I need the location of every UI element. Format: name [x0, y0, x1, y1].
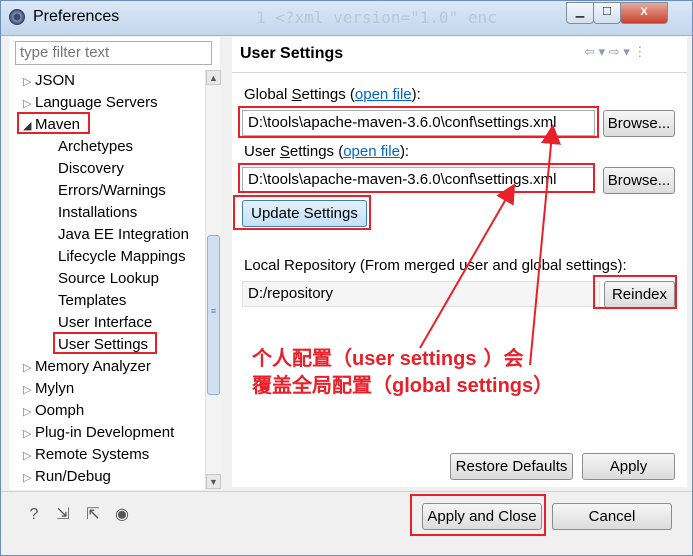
- annotation-line-1: 个人配置（user settings ）会: [252, 346, 524, 370]
- arrow-to-user-settings: [419, 183, 515, 349]
- arrow-to-global-settings: [529, 124, 562, 366]
- annotation-arrows: [419, 124, 562, 366]
- annotation-line-2: 覆盖全局配置（global settings）: [252, 373, 554, 397]
